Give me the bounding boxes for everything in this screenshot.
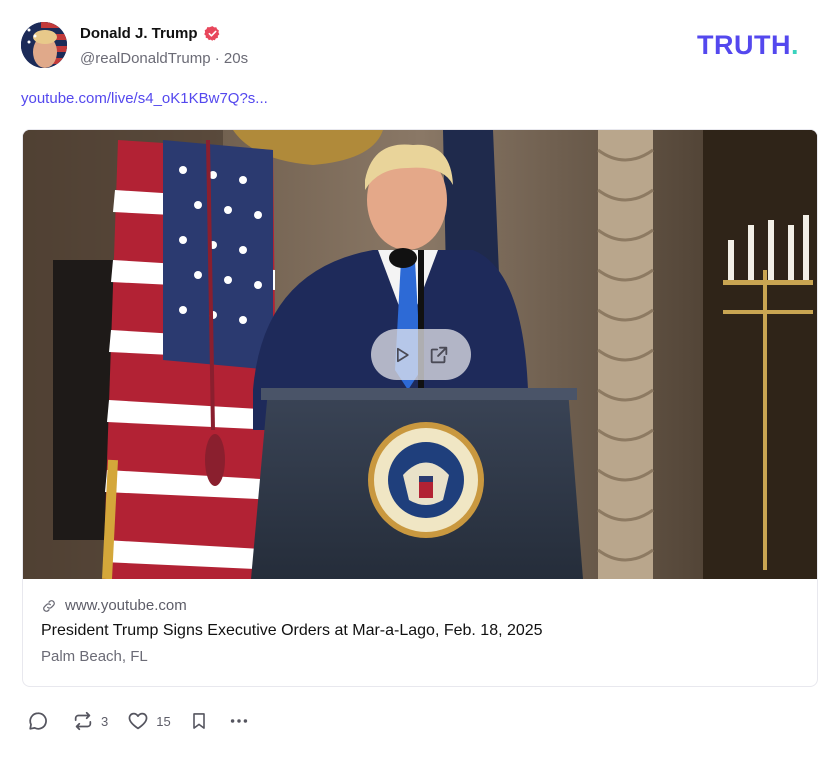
verified-badge-icon (203, 26, 219, 41)
more-icon (230, 719, 247, 723)
card-title[interactable]: President Trump Signs Executive Orders a… (41, 622, 799, 640)
card-subtitle: Palm Beach, FL (41, 648, 148, 665)
retruth-count: 3 (101, 713, 109, 729)
card-meta: www.youtube.com President Trump Signs Ex… (41, 597, 799, 665)
truth-logo[interactable]: TRUTH. (697, 31, 799, 59)
post-link[interactable]: youtube.com/live/s4_oK1KBw7Q?s... (21, 90, 268, 107)
avatar[interactable] (21, 22, 67, 68)
logo-text: TRUTH (697, 30, 791, 60)
handle-row: @realDonaldTrump · 20s (80, 50, 248, 67)
logo-dot: . (790, 30, 799, 60)
like-count: 15 (156, 713, 171, 729)
like-button[interactable]: 15 (126, 710, 171, 732)
reply-button[interactable] (27, 710, 49, 732)
bookmark-icon (192, 713, 205, 729)
more-button[interactable] (227, 710, 251, 732)
author-handle[interactable]: @realDonaldTrump (80, 50, 211, 67)
bookmark-button[interactable] (189, 710, 209, 732)
card-domain-row: www.youtube.com (41, 597, 799, 614)
external-link-icon[interactable] (428, 344, 450, 366)
video-thumbnail[interactable] (23, 130, 817, 579)
video-play-controls[interactable] (371, 329, 471, 380)
timestamp[interactable]: 20s (224, 50, 248, 67)
reply-icon (29, 712, 47, 730)
link-icon (43, 599, 55, 612)
retruth-icon (74, 711, 92, 731)
card-domain: www.youtube.com (65, 597, 187, 614)
link-preview-card[interactable]: www.youtube.com President Trump Signs Ex… (22, 129, 818, 687)
author-name[interactable]: Donald J. Trump (80, 25, 198, 42)
retruth-button[interactable]: 3 (71, 710, 108, 732)
author-name-row[interactable]: Donald J. Trump (80, 25, 221, 42)
separator: · (214, 50, 220, 67)
post-actions: 3 15 (27, 710, 251, 732)
avatar-image (21, 22, 67, 68)
play-icon[interactable] (392, 345, 412, 365)
heart-icon (128, 712, 148, 730)
